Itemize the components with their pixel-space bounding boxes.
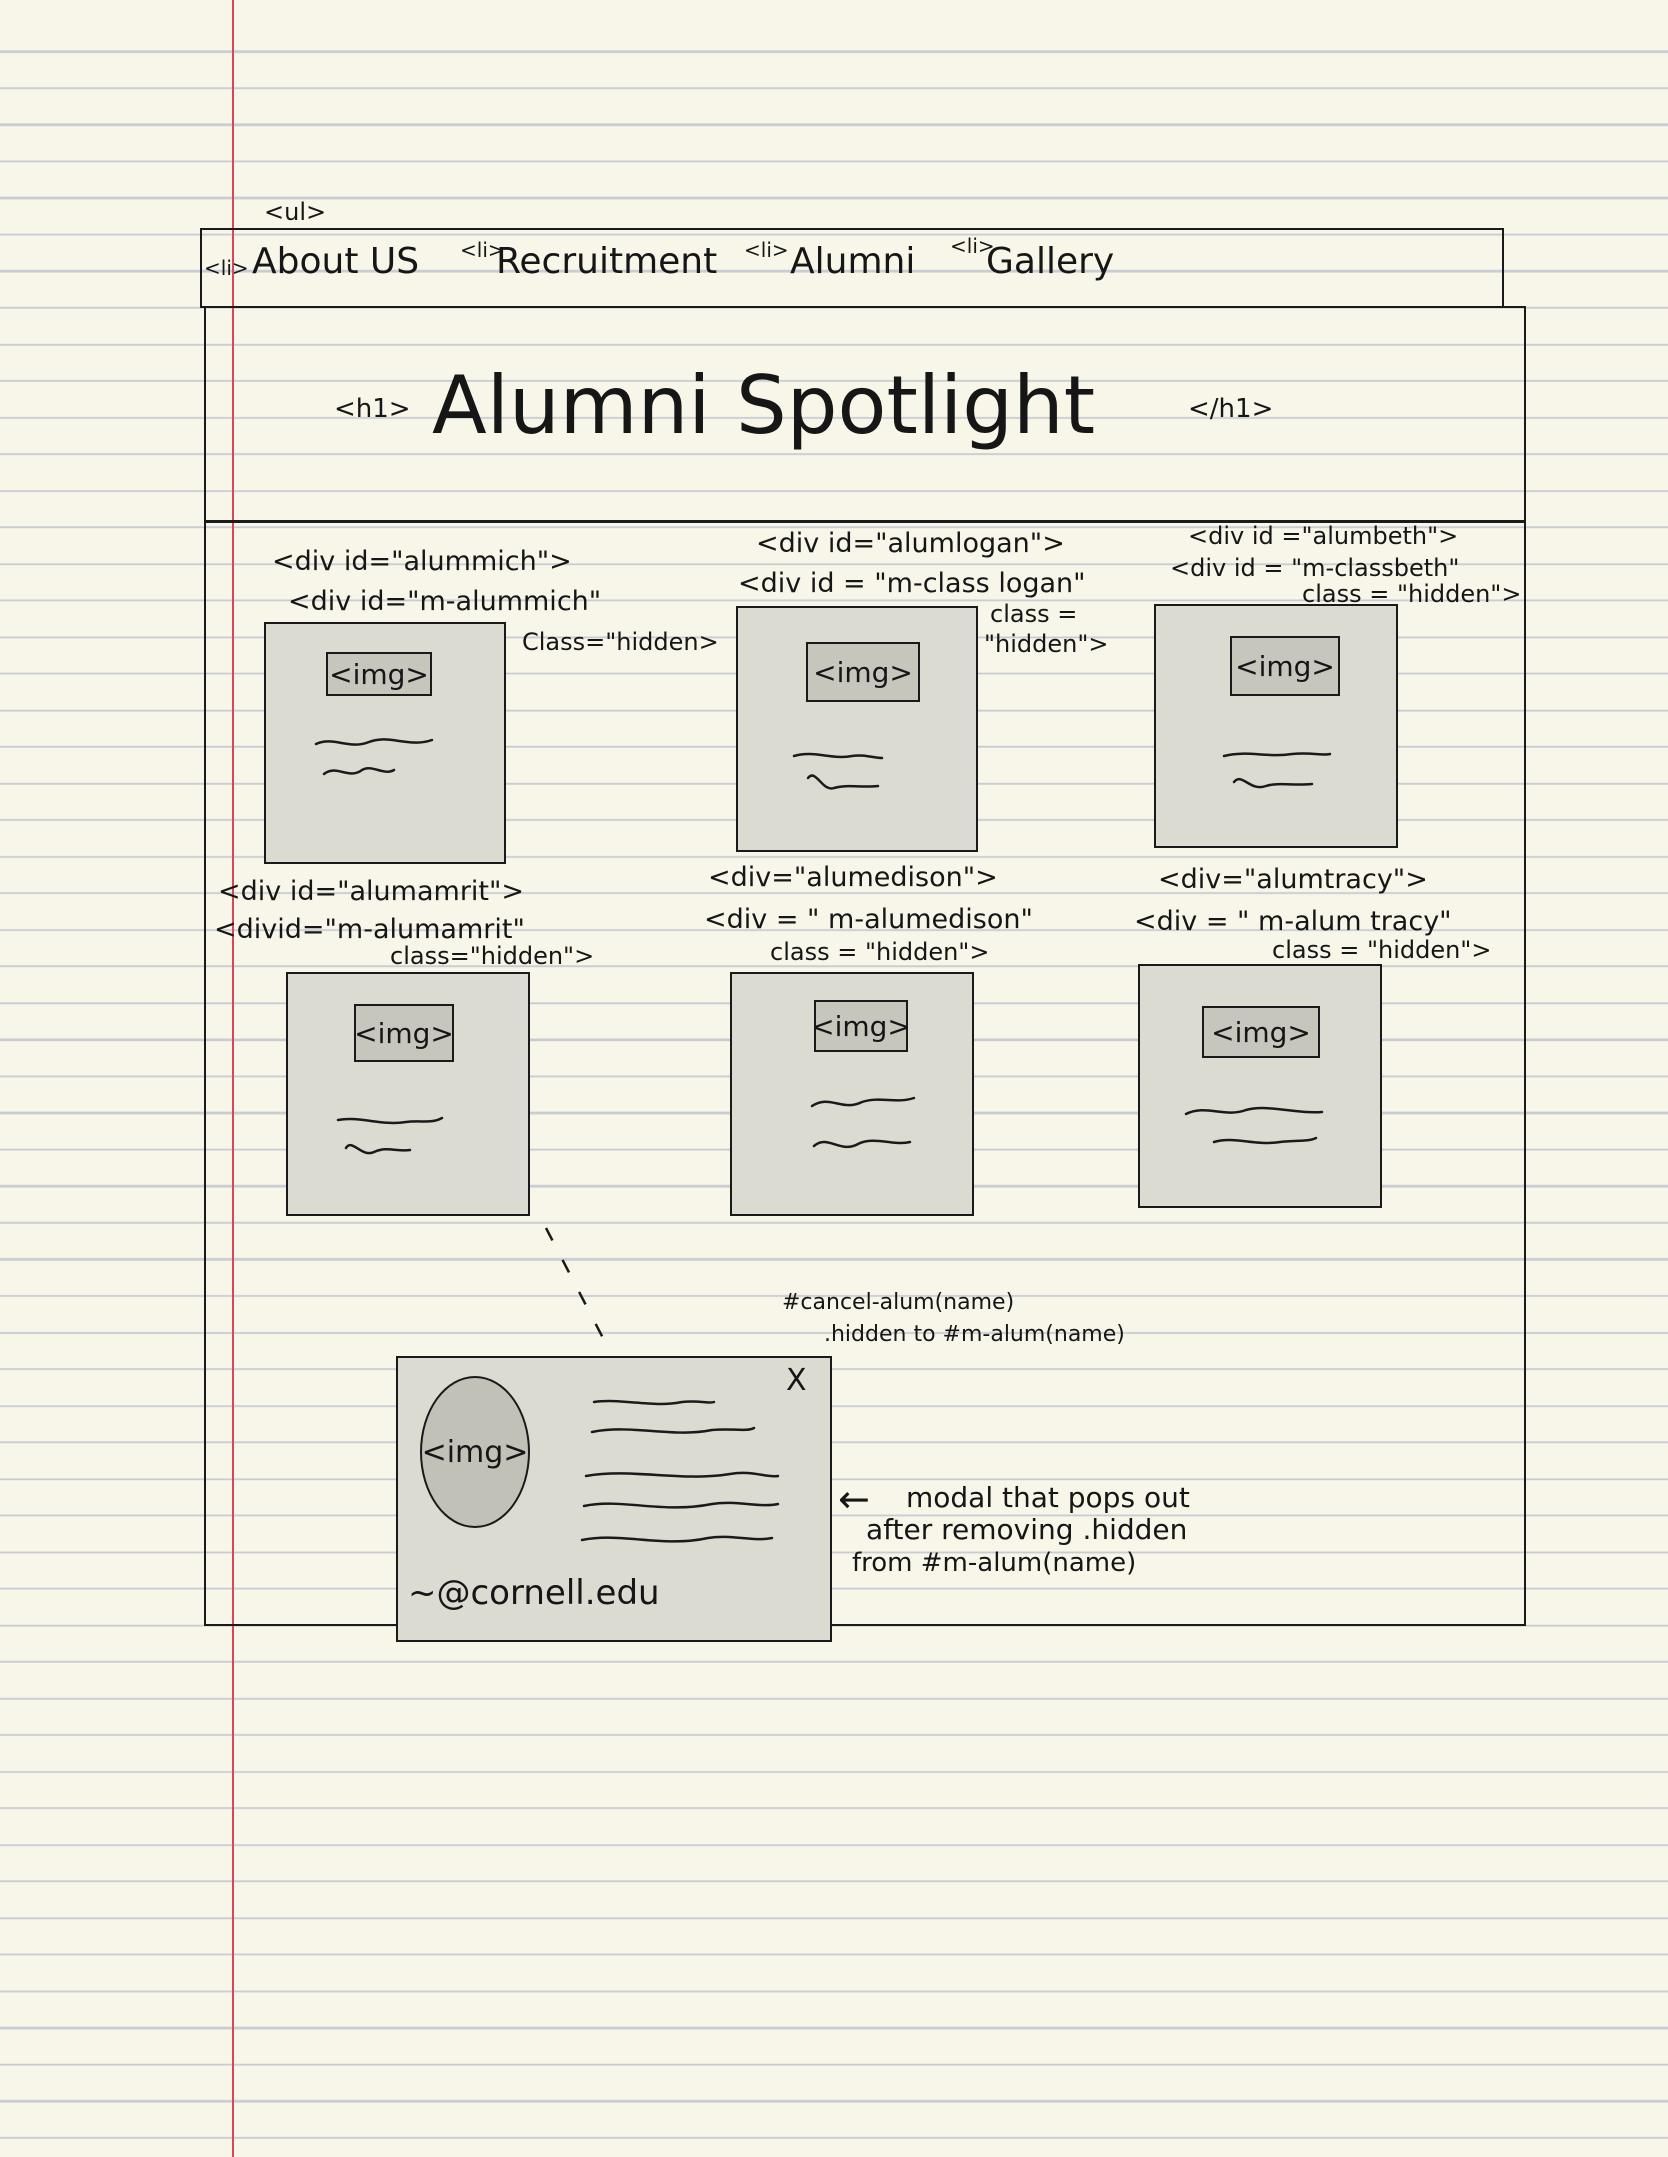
alumni-card-tracy[interactable]: <img>	[1138, 964, 1382, 1208]
card-label-div: <div id ="alumbeth">	[1188, 522, 1459, 550]
modal-email: ~@cornell.edu	[408, 1573, 660, 1613]
text-lines-icon	[1222, 752, 1332, 789]
card-label-class: Class="hidden>	[522, 628, 719, 656]
dashed-connector-line	[544, 1227, 606, 1341]
nav-item-gallery[interactable]: Gallery	[986, 244, 1114, 280]
card-label-class: class = "hidden">	[770, 938, 990, 966]
card-label-modal-div: <div = " m-alumedison"	[704, 904, 1033, 935]
nav-item-about-us[interactable]: About US	[252, 244, 419, 280]
text-lines-icon	[792, 752, 884, 790]
cancel-note-detail: .hidden to #m-alum(name)	[824, 1322, 1125, 1347]
card-label-modal-div: <divid="m-alumamrit"	[214, 914, 525, 945]
modal-note-line-3: from #m-alum(name)	[852, 1548, 1137, 1578]
close-icon[interactable]: X	[786, 1366, 807, 1396]
image-placeholder-icon: <img>	[354, 1004, 454, 1062]
alumni-card-amrit[interactable]: <img>	[286, 972, 530, 1216]
nav-item-recruitment[interactable]: Recruitment	[496, 244, 717, 280]
card-label-div: <div id="alummich">	[272, 546, 572, 577]
card-label-modal-div: <div = " m-alum tracy"	[1134, 906, 1452, 937]
li-tag: <li>	[744, 238, 789, 262]
image-placeholder-icon: <img>	[811, 1000, 911, 1052]
alumni-modal[interactable]: X <img> ~@cornell.edu	[396, 1356, 832, 1642]
alumni-card-edison[interactable]: <img>	[730, 972, 974, 1216]
modal-note-line-2: after removing .hidden	[866, 1513, 1188, 1546]
card-label-class: class="hidden">	[390, 942, 595, 970]
nav-item-alumni[interactable]: Alumni	[790, 244, 915, 280]
text-lines-icon	[314, 738, 434, 776]
image-placeholder-icon: <img>	[1202, 1006, 1320, 1058]
card-label-class: class = "hidden">	[1272, 936, 1492, 964]
card-label-class: class =	[990, 600, 1078, 628]
image-placeholder-icon: <img>	[1230, 636, 1340, 696]
avatar: <img>	[420, 1376, 530, 1528]
text-lines-icon	[1184, 1106, 1324, 1145]
image-placeholder-icon: <img>	[326, 652, 432, 696]
text-lines-icon	[336, 1116, 444, 1155]
alumni-card-mich[interactable]: <img>	[264, 622, 506, 864]
card-label-div: <div="alumtracy">	[1158, 864, 1428, 895]
alumni-card-beth[interactable]: <img>	[1154, 604, 1398, 848]
text-lines-icon	[580, 1399, 780, 1543]
alumni-card-logan[interactable]: <img>	[736, 606, 978, 852]
card-label-div: <div="alumedison">	[708, 862, 998, 893]
h1-open-tag: <h1>	[334, 394, 411, 424]
h1-close-tag: </h1>	[1188, 394, 1274, 424]
card-label-modal-div: <div id="m-alummich"	[288, 586, 602, 617]
card-label-div: <div id="alumlogan">	[756, 528, 1065, 559]
modal-note-line-1: modal that pops out	[906, 1481, 1190, 1514]
li-tag: <li>	[204, 256, 249, 280]
card-label-modal-div: <div id = "m-class logan"	[738, 568, 1086, 599]
card-label-div: <div id="alumamrit">	[218, 876, 525, 907]
card-label-class: class = "hidden">	[1302, 580, 1522, 608]
image-placeholder-icon: <img>	[806, 642, 920, 702]
page-title: Alumni Spotlight	[432, 359, 1096, 452]
ul-tag: <ul>	[264, 198, 327, 226]
card-label-modal-div: <div id = "m-classbeth"	[1170, 554, 1460, 582]
card-label-class-value: "hidden">	[984, 630, 1109, 658]
text-lines-icon	[810, 1096, 916, 1149]
cancel-note: #cancel-alum(name)	[782, 1290, 1015, 1315]
